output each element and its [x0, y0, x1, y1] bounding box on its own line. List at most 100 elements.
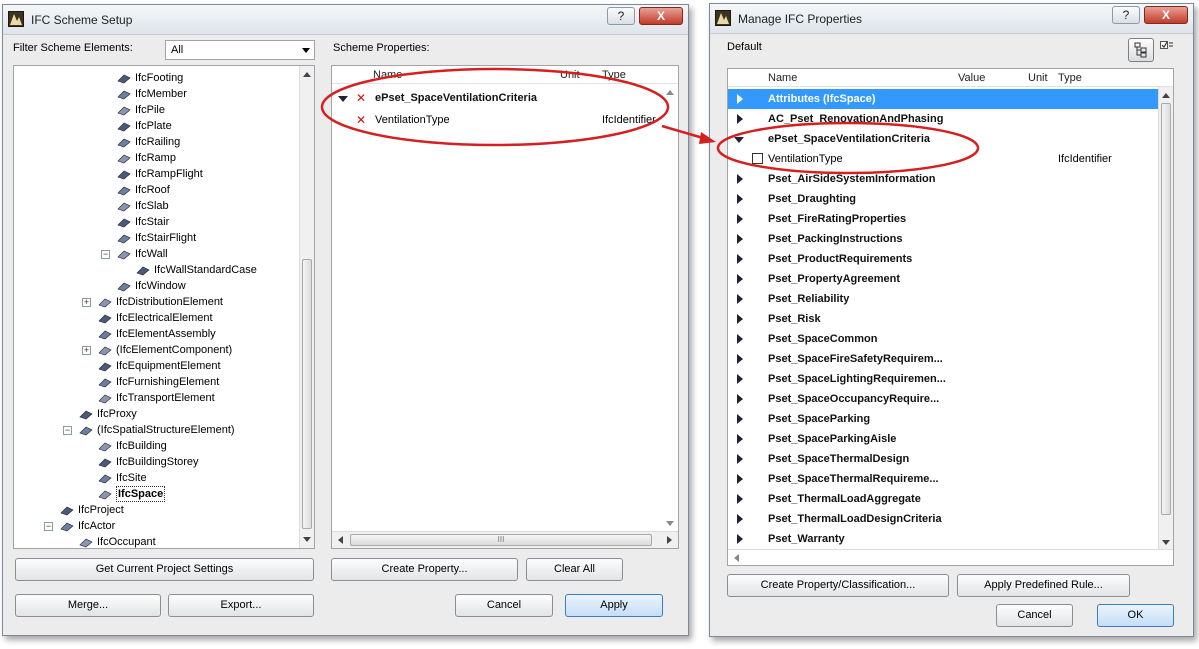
- property-set-row[interactable]: Pset_Reliability: [728, 289, 1158, 309]
- tree-item[interactable]: IfcBuilding: [14, 438, 294, 454]
- get-current-project-settings-button[interactable]: Get Current Project Settings: [15, 558, 314, 581]
- collapsed-triangle-icon[interactable]: [737, 294, 743, 304]
- filter-select[interactable]: All: [165, 40, 315, 60]
- property-set-row[interactable]: Pset_AirSideSystemInformation: [728, 169, 1158, 189]
- create-property-button[interactable]: Create Property...: [331, 558, 518, 581]
- export-button[interactable]: Export...: [168, 594, 314, 617]
- scroll-down-icon[interactable]: [303, 537, 311, 542]
- expanded-triangle-icon[interactable]: [734, 137, 744, 143]
- property-set-row[interactable]: Pset_Draughting: [728, 189, 1158, 209]
- property-set-row[interactable]: Pset_SpaceFireSafetyRequirem...: [728, 349, 1158, 369]
- property-set-row[interactable]: Pset_SpaceCommon: [728, 329, 1158, 349]
- collapsed-triangle-icon[interactable]: [737, 334, 743, 344]
- collapsed-triangle-icon[interactable]: [737, 534, 743, 544]
- tree-view-toggle[interactable]: [1128, 38, 1154, 62]
- tree-item[interactable]: IfcPile: [14, 102, 294, 118]
- properties-hscroll-thumb[interactable]: III: [350, 534, 652, 546]
- tree-item[interactable]: IfcRoof: [14, 182, 294, 198]
- collapsed-triangle-icon[interactable]: [737, 354, 743, 364]
- apply-button[interactable]: Apply: [565, 594, 663, 617]
- properties-vscrollbar[interactable]: [1158, 87, 1173, 551]
- property-set-row[interactable]: Pset_Risk: [728, 309, 1158, 329]
- collapsed-triangle-icon[interactable]: [737, 114, 743, 124]
- tree-item[interactable]: IfcSite: [14, 470, 294, 486]
- property-row[interactable]: VentilationType IfcIdentifier: [728, 149, 1158, 169]
- ifc-properties-list[interactable]: Name Value Unit Type Attributes (IfcSpac…: [727, 68, 1174, 566]
- column-unit[interactable]: Unit: [1028, 72, 1048, 84]
- properties-hscrollbar[interactable]: III: [332, 531, 678, 548]
- apply-predefined-rule-button[interactable]: Apply Predefined Rule...: [957, 574, 1130, 597]
- collapsed-triangle-icon[interactable]: [737, 514, 743, 524]
- scroll-left-icon[interactable]: [734, 554, 739, 562]
- tree-item[interactable]: IfcProject: [14, 502, 294, 518]
- tree-item[interactable]: IfcElectricalElement: [14, 310, 294, 326]
- help-button[interactable]: ?: [607, 7, 635, 25]
- property-checkbox[interactable]: [752, 153, 763, 164]
- title-bar[interactable]: Manage IFC Properties ? X: [710, 4, 1193, 34]
- column-unit[interactable]: Unit: [560, 69, 580, 81]
- tree-item[interactable]: IfcFooting: [14, 70, 294, 86]
- tree-item[interactable]: IfcStair: [14, 214, 294, 230]
- property-set-row[interactable]: AC_Pset_RenovationAndPhasing: [728, 109, 1158, 129]
- scroll-right-icon[interactable]: [667, 536, 672, 544]
- tree-item[interactable]: IfcRampFlight: [14, 166, 294, 182]
- scroll-up-icon[interactable]: [666, 90, 674, 95]
- property-set-row[interactable]: Pset_PackingInstructions: [728, 229, 1158, 249]
- collapse-minus-icon[interactable]: −: [101, 250, 110, 259]
- scheme-properties-list[interactable]: Name Unit Type ✕ ePset_SpaceVentilationC…: [331, 65, 679, 549]
- collapsed-triangle-icon[interactable]: [737, 214, 743, 224]
- property-set-row[interactable]: Pset_SpaceParkingAisle: [728, 429, 1158, 449]
- clear-all-button[interactable]: Clear All: [526, 558, 623, 581]
- collapsed-triangle-icon[interactable]: [737, 94, 743, 104]
- property-set-row[interactable]: ePset_SpaceVentilationCriteria: [728, 129, 1158, 149]
- column-type[interactable]: Type: [1058, 72, 1082, 84]
- expand-plus-icon[interactable]: +: [82, 346, 91, 355]
- tree-item[interactable]: IfcProxy: [14, 406, 294, 422]
- tree-item[interactable]: IfcBuildingStorey: [14, 454, 294, 470]
- collapse-minus-icon[interactable]: −: [44, 522, 53, 531]
- property-set-row[interactable]: Pset_PropertyAgreement: [728, 269, 1158, 289]
- collapsed-triangle-icon[interactable]: [737, 254, 743, 264]
- collapsed-triangle-icon[interactable]: [737, 454, 743, 464]
- tree-item[interactable]: IfcMember: [14, 86, 294, 102]
- tree-item[interactable]: IfcRailing: [14, 134, 294, 150]
- property-set-row[interactable]: Pset_SpaceLightingRequiremen...: [728, 369, 1158, 389]
- tree-item[interactable]: + IfcDistributionElement: [14, 294, 294, 310]
- tree-item[interactable]: IfcRamp: [14, 150, 294, 166]
- property-set-row[interactable]: Pset_SpaceThermalRequireme...: [728, 469, 1158, 489]
- tree-item[interactable]: + (IfcElementComponent): [14, 342, 294, 358]
- column-name[interactable]: Name: [373, 69, 402, 81]
- tree-item[interactable]: − (IfcSpatialStructureElement): [14, 422, 294, 438]
- tree-item[interactable]: IfcWallStandardCase: [14, 262, 294, 278]
- merge-button[interactable]: Merge...: [15, 594, 161, 617]
- cancel-button[interactable]: Cancel: [455, 594, 553, 617]
- property-set-row[interactable]: Pset_SpaceParking: [728, 409, 1158, 429]
- tree-item[interactable]: − IfcActor: [14, 518, 294, 534]
- property-set-row[interactable]: Pset_SpaceThermalDesign: [728, 449, 1158, 469]
- property-row[interactable]: ✕ VentilationType IfcIdentifier: [332, 110, 678, 130]
- collapsed-triangle-icon[interactable]: [737, 174, 743, 184]
- collapsed-triangle-icon[interactable]: [737, 274, 743, 284]
- scroll-up-icon[interactable]: [1162, 93, 1170, 98]
- tree-item[interactable]: IfcPlate: [14, 118, 294, 134]
- remove-x-icon[interactable]: ✕: [356, 110, 366, 130]
- scroll-down-icon[interactable]: [1162, 540, 1170, 545]
- collapsed-triangle-icon[interactable]: [737, 494, 743, 504]
- collapsed-triangle-icon[interactable]: [737, 314, 743, 324]
- collapsed-triangle-icon[interactable]: [737, 434, 743, 444]
- scroll-down-icon[interactable]: [666, 521, 674, 526]
- property-set-row[interactable]: Pset_SpaceOccupancyRequire...: [728, 389, 1158, 409]
- help-button[interactable]: ?: [1112, 6, 1140, 24]
- scroll-up-icon[interactable]: [303, 72, 311, 77]
- tree-item[interactable]: IfcFurnishingElement: [14, 374, 294, 390]
- property-set-row[interactable]: Pset_ThermalLoadDesignCriteria: [728, 509, 1158, 529]
- remove-x-icon[interactable]: ✕: [356, 88, 366, 108]
- create-property-classification-button[interactable]: Create Property/Classification...: [727, 574, 949, 597]
- property-set-row[interactable]: Pset_ProductRequirements: [728, 249, 1158, 269]
- property-set-row[interactable]: Pset_FireRatingProperties: [728, 209, 1158, 229]
- tree-item[interactable]: IfcEquipmentElement: [14, 358, 294, 374]
- collapse-minus-icon[interactable]: −: [63, 426, 72, 435]
- tree-item[interactable]: IfcTransportElement: [14, 390, 294, 406]
- tree-item[interactable]: IfcElementAssembly: [14, 326, 294, 342]
- title-bar[interactable]: IFC Scheme Setup ? X: [3, 5, 688, 35]
